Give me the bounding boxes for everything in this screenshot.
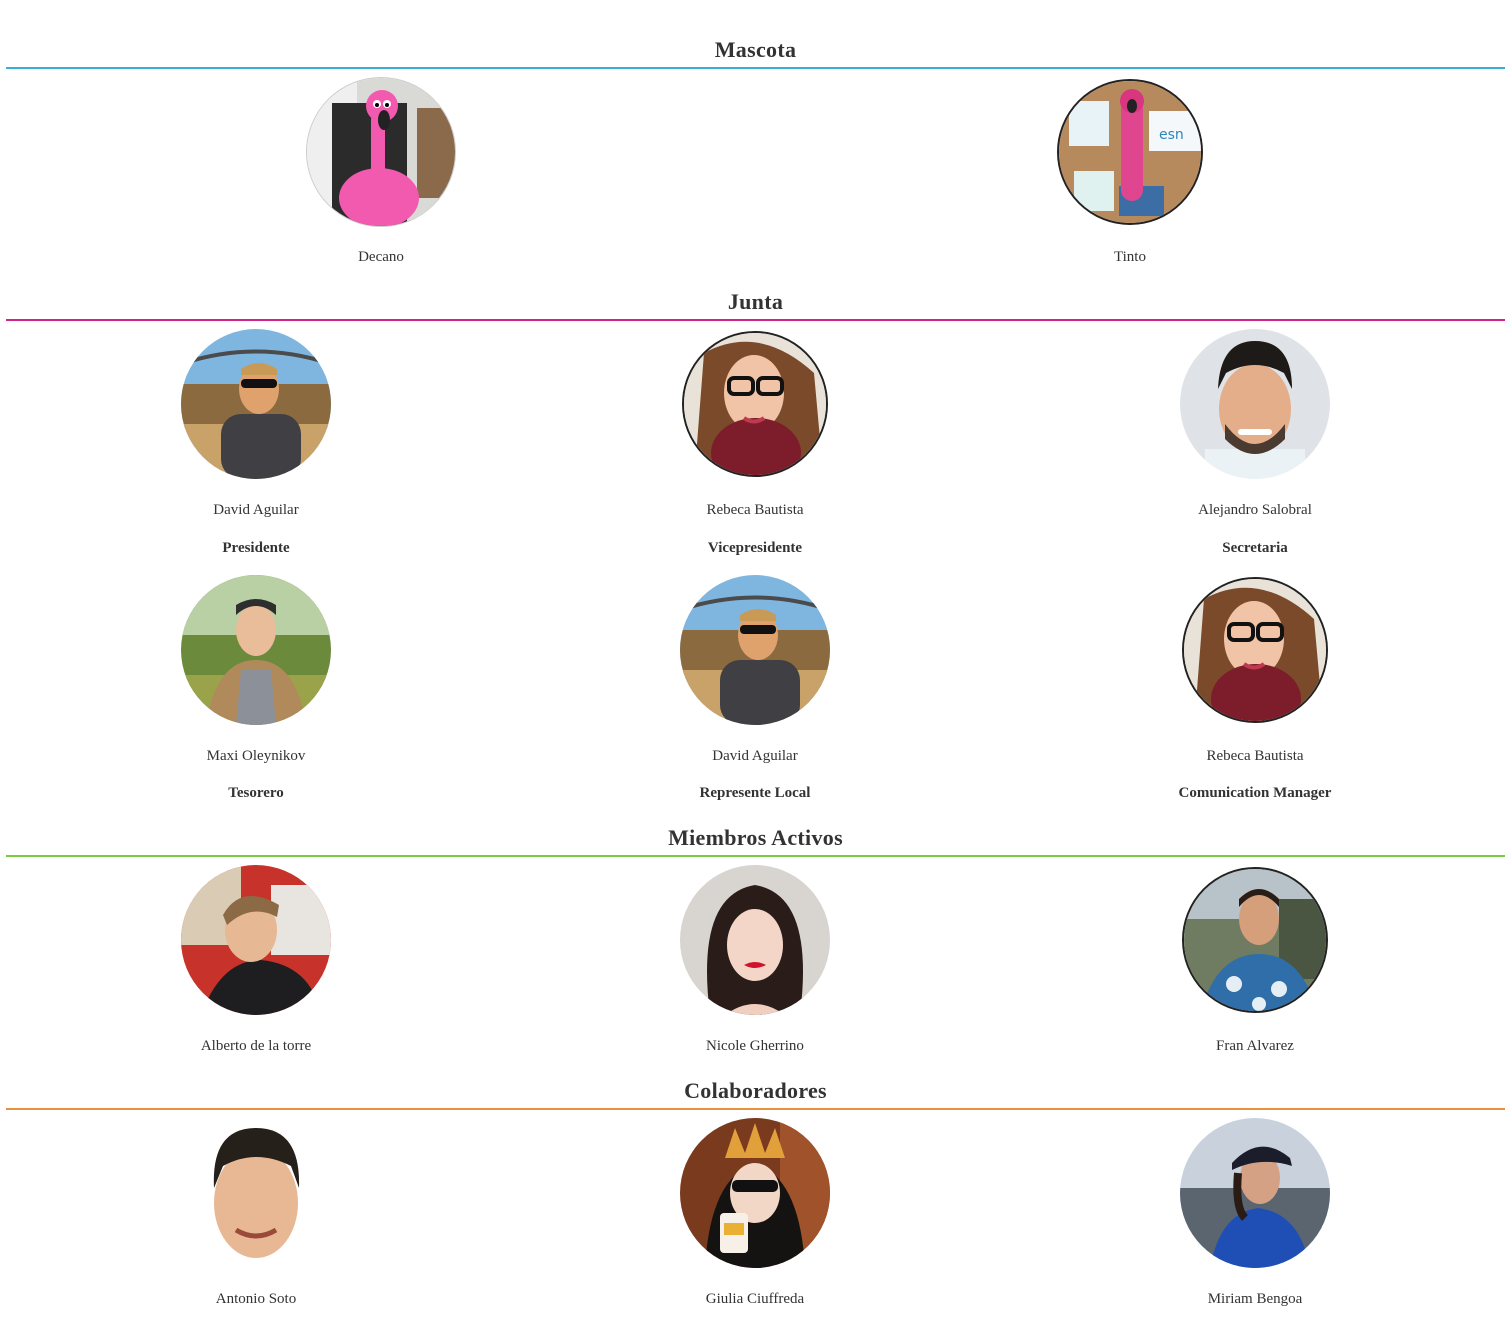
avatar: [181, 329, 331, 479]
avatar: [680, 575, 830, 725]
section-title-junta: Junta: [727, 289, 784, 314]
member-role: Represente Local: [699, 785, 811, 801]
avatar: [1182, 867, 1328, 1013]
member-name: Alejandro Salobral: [1198, 502, 1312, 518]
member-name: Rebeca Bautista: [706, 502, 804, 518]
section-divider-junta: [6, 319, 1505, 321]
section-title-mascota: Mascota: [714, 37, 797, 62]
member-name: Maxi Oleynikov: [206, 748, 306, 764]
avatar: [1180, 1118, 1330, 1268]
avatar: [181, 1118, 331, 1268]
avatar: [1180, 329, 1330, 479]
member-name: Alberto de la torre: [200, 1038, 312, 1054]
avatar: [181, 575, 331, 725]
section-title-colaboradores: Colaboradores: [684, 1078, 827, 1103]
member-name: Rebeca Bautista: [1206, 748, 1304, 764]
member-name: Nicole Gherrino: [706, 1038, 804, 1054]
member-role: Presidente: [222, 540, 290, 556]
avatar: [306, 77, 456, 227]
member-role: Tesorero: [228, 785, 284, 801]
member-name: Miriam Bengoa: [1207, 1291, 1303, 1307]
avatar: [682, 331, 828, 477]
avatar: [1182, 577, 1328, 723]
member-role: Vicepresidente: [707, 540, 803, 556]
member-name: Decano: [358, 249, 404, 265]
member-name: Fran Alvarez: [1216, 1038, 1294, 1054]
section-title-miembros-activos: Miembros Activos: [668, 825, 843, 850]
member-name: David Aguilar: [712, 748, 798, 764]
svg-text:esn: esn: [1159, 127, 1184, 143]
member-name: David Aguilar: [213, 502, 299, 518]
section-divider-miembros-activos: [6, 855, 1505, 857]
member-role: Comunication Manager: [1178, 785, 1332, 801]
member-name: Antonio Soto: [215, 1291, 297, 1307]
avatar: [181, 865, 331, 1015]
member-role: Secretaria: [1222, 540, 1288, 556]
avatar: [680, 865, 830, 1015]
member-name: Giulia Ciuffreda: [705, 1291, 805, 1307]
avatar: esn: [1057, 79, 1203, 225]
section-divider-colaboradores: [6, 1108, 1505, 1110]
avatar: [680, 1118, 830, 1268]
member-name: Tinto: [1114, 249, 1146, 265]
section-divider-mascota: [6, 67, 1505, 69]
